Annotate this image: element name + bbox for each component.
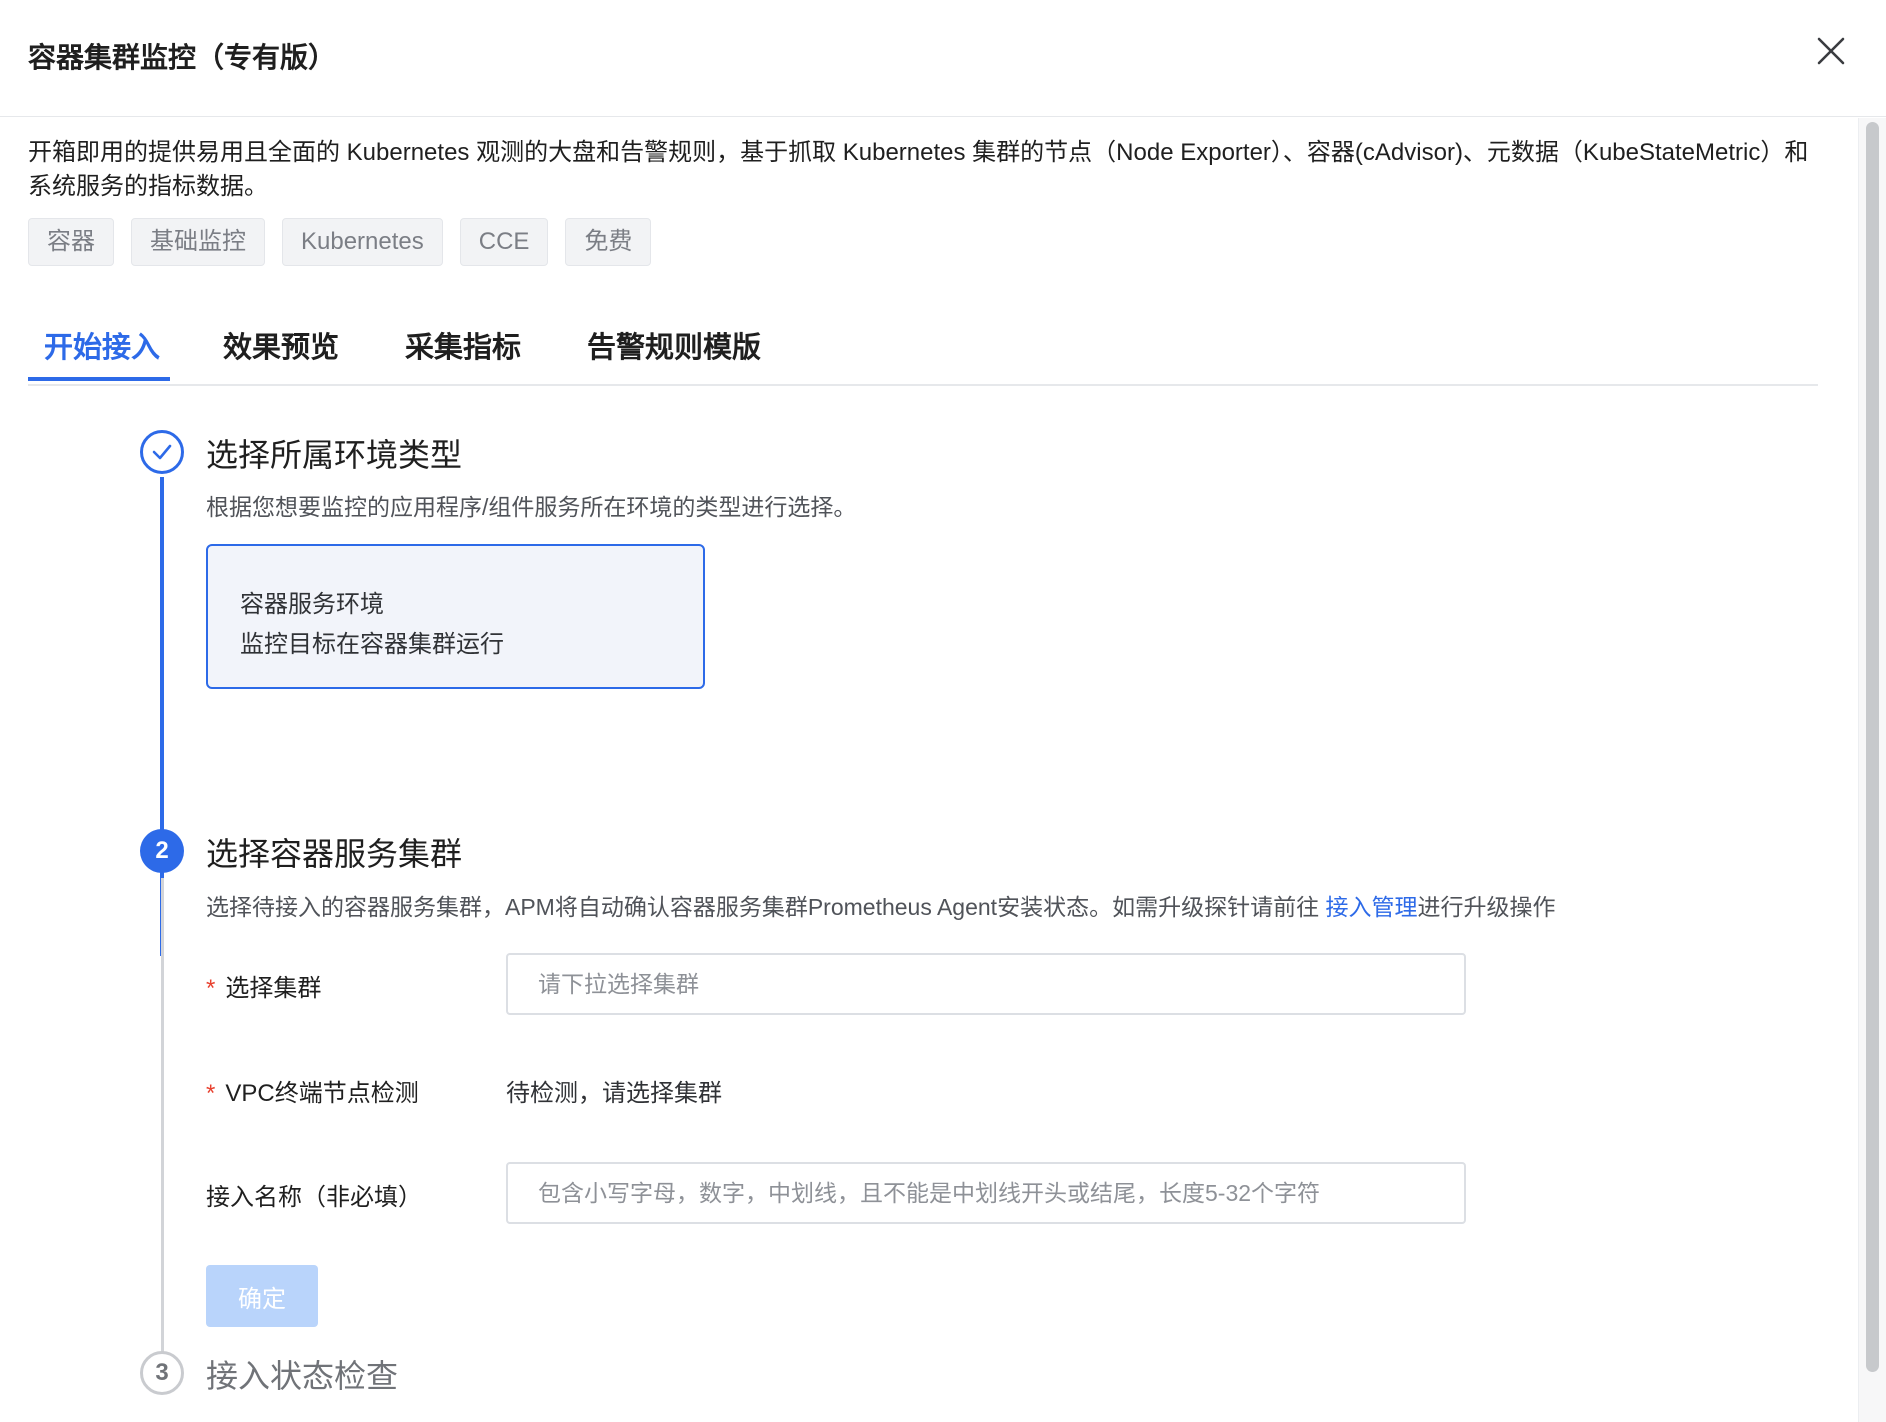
required-mark: * <box>206 1080 216 1107</box>
tab-bar: 开始接入 效果预览 采集指标 告警规则模版 <box>28 314 1818 386</box>
integration-drawer: 容器集群监控（专有版） 开箱即用的提供易用且全面的 Kubernetes 观测的… <box>0 0 1886 1422</box>
step-2-description-text: 选择待接入的容器服务集群，APM将自动确认容器服务集群Prometheus Ag… <box>206 894 1326 920</box>
tag: 基础监控 <box>131 218 265 266</box>
access-management-link[interactable]: 接入管理 <box>1325 894 1417 920</box>
access-name-label: 接入名称（非必填） <box>206 1184 422 1211</box>
step-3-title: 接入状态检查 <box>206 1358 399 1394</box>
vertical-scrollbar[interactable] <box>1858 118 1886 1422</box>
step-2-description: 选择待接入的容器服务集群，APM将自动确认容器服务集群Prometheus Ag… <box>206 888 1555 922</box>
drawer-title: 容器集群监控（专有版） <box>28 42 337 73</box>
tab-effect-preview[interactable]: 效果预览 <box>223 324 339 366</box>
cluster-label: * 选择集群 <box>206 968 321 1003</box>
check-icon <box>152 444 172 460</box>
step-2-description-suffix: 进行升级操作 <box>1417 894 1556 920</box>
step-2-title: 选择容器服务集群 <box>206 836 463 872</box>
step-1-title: 选择所属环境类型 <box>206 437 463 473</box>
tab-alert-rule-templates[interactable]: 告警规则模版 <box>587 324 761 366</box>
tag-list: 容器 基础监控 Kubernetes CCE 免费 <box>28 218 652 266</box>
drawer-header: 容器集群监控（专有版） <box>0 0 1886 117</box>
required-mark: * <box>206 975 216 1002</box>
environment-option-container[interactable]: 容器服务环境 监控目标在容器集群运行 <box>206 544 705 689</box>
integration-description: 开箱即用的提供易用且全面的 Kubernetes 观测的大盘和告警规则，基于抓取… <box>28 139 1809 200</box>
access-name-input[interactable] <box>506 1162 1466 1224</box>
tag: CCE <box>459 218 549 266</box>
tab-collected-metrics[interactable]: 采集指标 <box>405 324 521 366</box>
step-1-indicator <box>140 430 184 474</box>
vpc-check-label-text: VPC终端节点检测 <box>225 1080 419 1107</box>
close-button[interactable] <box>1814 34 1848 68</box>
close-icon <box>1817 37 1845 65</box>
step-3-indicator: 3 <box>140 1351 184 1395</box>
environment-option-detail: 监控目标在容器集群运行 <box>240 631 504 658</box>
cluster-select[interactable] <box>506 953 1466 1015</box>
vpc-check-label: * VPC终端节点检测 <box>206 1073 419 1108</box>
active-tab-indicator <box>28 377 170 381</box>
step-1-description: 根据您想要监控的应用程序/组件服务所在环境的类型进行选择。 <box>206 494 857 520</box>
tag: Kubernetes <box>282 218 443 266</box>
scrollbar-thumb[interactable] <box>1866 122 1879 1372</box>
vpc-check-status: 待检测，请选择集群 <box>506 1080 722 1107</box>
step-connector-pending <box>161 878 164 1382</box>
tab-start-access[interactable]: 开始接入 <box>44 324 160 366</box>
cluster-label-text: 选择集群 <box>225 975 322 1002</box>
confirm-button[interactable]: 确定 <box>206 1265 318 1327</box>
tag: 容器 <box>28 218 114 266</box>
step-2-indicator: 2 <box>140 829 184 873</box>
tag: 免费 <box>565 218 652 266</box>
environment-option-name: 容器服务环境 <box>240 591 384 618</box>
